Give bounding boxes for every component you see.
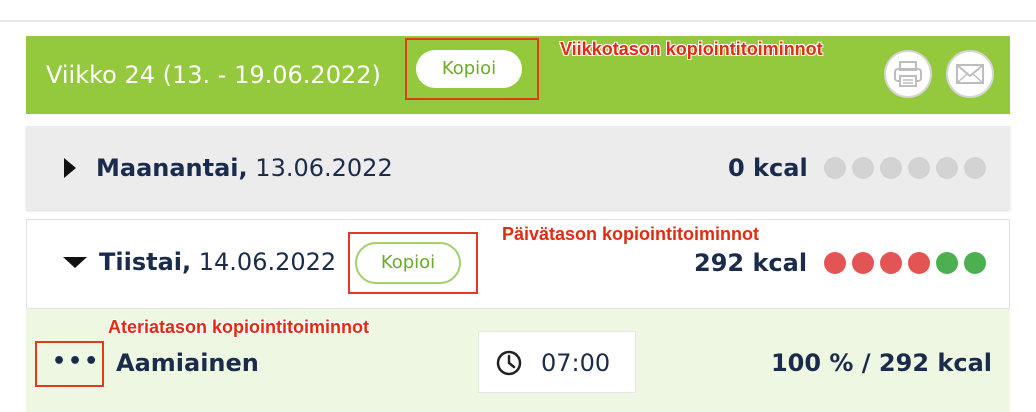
nutrition-dot [880, 157, 902, 179]
day-date: 14.06.2022 [198, 248, 337, 276]
nutrition-dot [908, 157, 930, 179]
nutrition-dot [936, 157, 958, 179]
nutrition-dot [824, 157, 846, 179]
nutrition-dot [852, 157, 874, 179]
day-name: Maanantai, [96, 154, 248, 182]
top-divider [0, 20, 1036, 22]
nutrition-dots [824, 252, 986, 274]
meal-kcal-summary: 100 % / 292 kcal [770, 349, 992, 377]
meal-annotation: Ateriatason kopiointitoiminnot [108, 317, 369, 337]
nutrition-dot [908, 252, 930, 274]
week-annotation: Viikkotason kopiointitoiminnot [560, 39, 823, 59]
day-kcal: 0 kcal [728, 154, 808, 182]
day-kcal: 292 kcal [694, 249, 808, 277]
nutrition-dot [852, 252, 874, 274]
nutrition-dot [824, 252, 846, 274]
day-row-monday[interactable]: Maanantai, 13.06.2022 0 kcal [26, 126, 1010, 210]
print-icon[interactable] [884, 50, 932, 98]
expand-arrow-icon[interactable] [64, 158, 76, 178]
day-annotation: Päivätason kopiointitoiminnot [502, 224, 760, 244]
day-label-monday: Maanantai, 13.06.2022 [96, 154, 393, 182]
day-date: 13.06.2022 [255, 154, 393, 182]
week-copy-highlight [405, 38, 539, 100]
collapse-arrow-icon[interactable] [63, 257, 87, 268]
day-label-tuesday: Tiistai, 14.06.2022 [99, 248, 336, 276]
nutrition-dots [824, 157, 986, 179]
day-copy-highlight [348, 232, 478, 294]
clock-icon [496, 350, 522, 376]
nutrition-dot [880, 252, 902, 274]
nutrition-dot [936, 252, 958, 274]
nutrition-dot [964, 157, 986, 179]
mail-icon[interactable] [946, 50, 994, 98]
week-title: Viikko 24 (13. - 19.06.2022) [46, 61, 381, 89]
day-name: Tiistai, [99, 248, 192, 276]
meal-copy-highlight [35, 341, 104, 387]
meal-time-field[interactable]: 07:00 [478, 331, 636, 393]
nutrition-dot [964, 252, 986, 274]
meal-time-value: 07:00 [541, 349, 611, 377]
meal-name[interactable]: Aamiainen [116, 349, 259, 377]
